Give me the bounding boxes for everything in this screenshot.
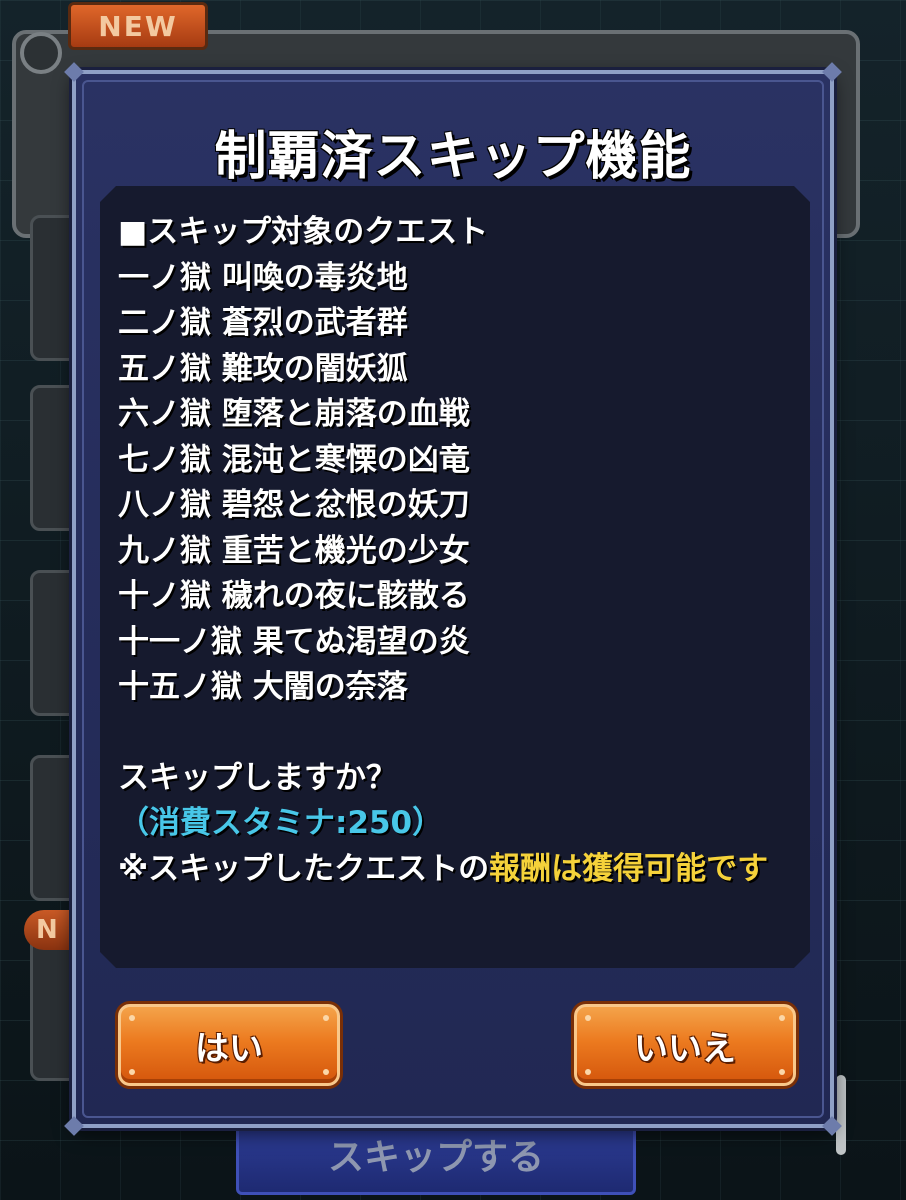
reward-note-prefix: ※スキップしたクエストの <box>118 850 490 887</box>
quest-item: 十ノ獄 穢れの夜に骸散る <box>118 578 470 614</box>
quest-item: 七ノ獄 混沌と寒慄の凶竜 <box>118 441 470 478</box>
yes-button[interactable]: はい <box>118 1004 340 1086</box>
rivet-icon <box>129 1069 135 1075</box>
rivet-icon <box>323 1015 329 1021</box>
dialog-content: ■スキップ対象のクエスト 一ノ獄 叫喚の毒炎地 二ノ獄 蒼烈の武者群 五ノ獄 難… <box>100 186 810 968</box>
quest-item: 八ノ獄 碧怨と忿恨の妖刀 <box>118 487 470 523</box>
no-button[interactable]: いいえ <box>574 1004 796 1086</box>
new-badge: NEW <box>68 2 208 50</box>
yes-button-label: はい <box>195 1028 263 1069</box>
dialog-title: 制覇済スキップ機能 <box>214 127 692 187</box>
quest-item: 十一ノ獄 果てぬ渇望の炎 <box>118 623 470 660</box>
skip-confirm-dialog: 制覇済スキップ機能 ■スキップ対象のクエスト 一ノ獄 叫喚の毒炎地 二ノ獄 蒼烈… <box>64 62 842 1136</box>
confirm-question: スキップしますか？ <box>118 759 397 796</box>
no-button-label: いいえ <box>634 1028 736 1069</box>
quest-item: 五ノ獄 難攻の闇妖狐 <box>118 350 408 387</box>
section-header: ■スキップ対象のクエスト <box>118 214 489 250</box>
stamina-cost: （消費スタミナ:250） <box>118 805 444 841</box>
scrollbar[interactable] <box>836 1075 846 1155</box>
rivet-icon <box>129 1015 135 1021</box>
quest-item: 六ノ獄 堕落と崩落の血戦 <box>118 396 470 432</box>
rivet-icon <box>779 1069 785 1075</box>
quest-item: 十五ノ獄 大闇の奈落 <box>118 669 408 705</box>
reward-note: ※スキップしたクエストの報酬は獲得可能です <box>118 847 792 893</box>
rivet-icon <box>585 1015 591 1021</box>
quest-item: 九ノ獄 重苦と機光の少女 <box>118 532 470 569</box>
quest-item: 一ノ獄 叫喚の毒炎地 <box>118 259 408 296</box>
quest-item: 二ノ獄 蒼烈の武者群 <box>118 305 408 341</box>
reward-note-highlight: 報酬は獲得可能です <box>489 850 769 887</box>
rivet-icon <box>585 1069 591 1075</box>
rivet-icon <box>779 1015 785 1021</box>
rivet-icon <box>323 1069 329 1075</box>
banner-knob-icon <box>20 32 62 74</box>
